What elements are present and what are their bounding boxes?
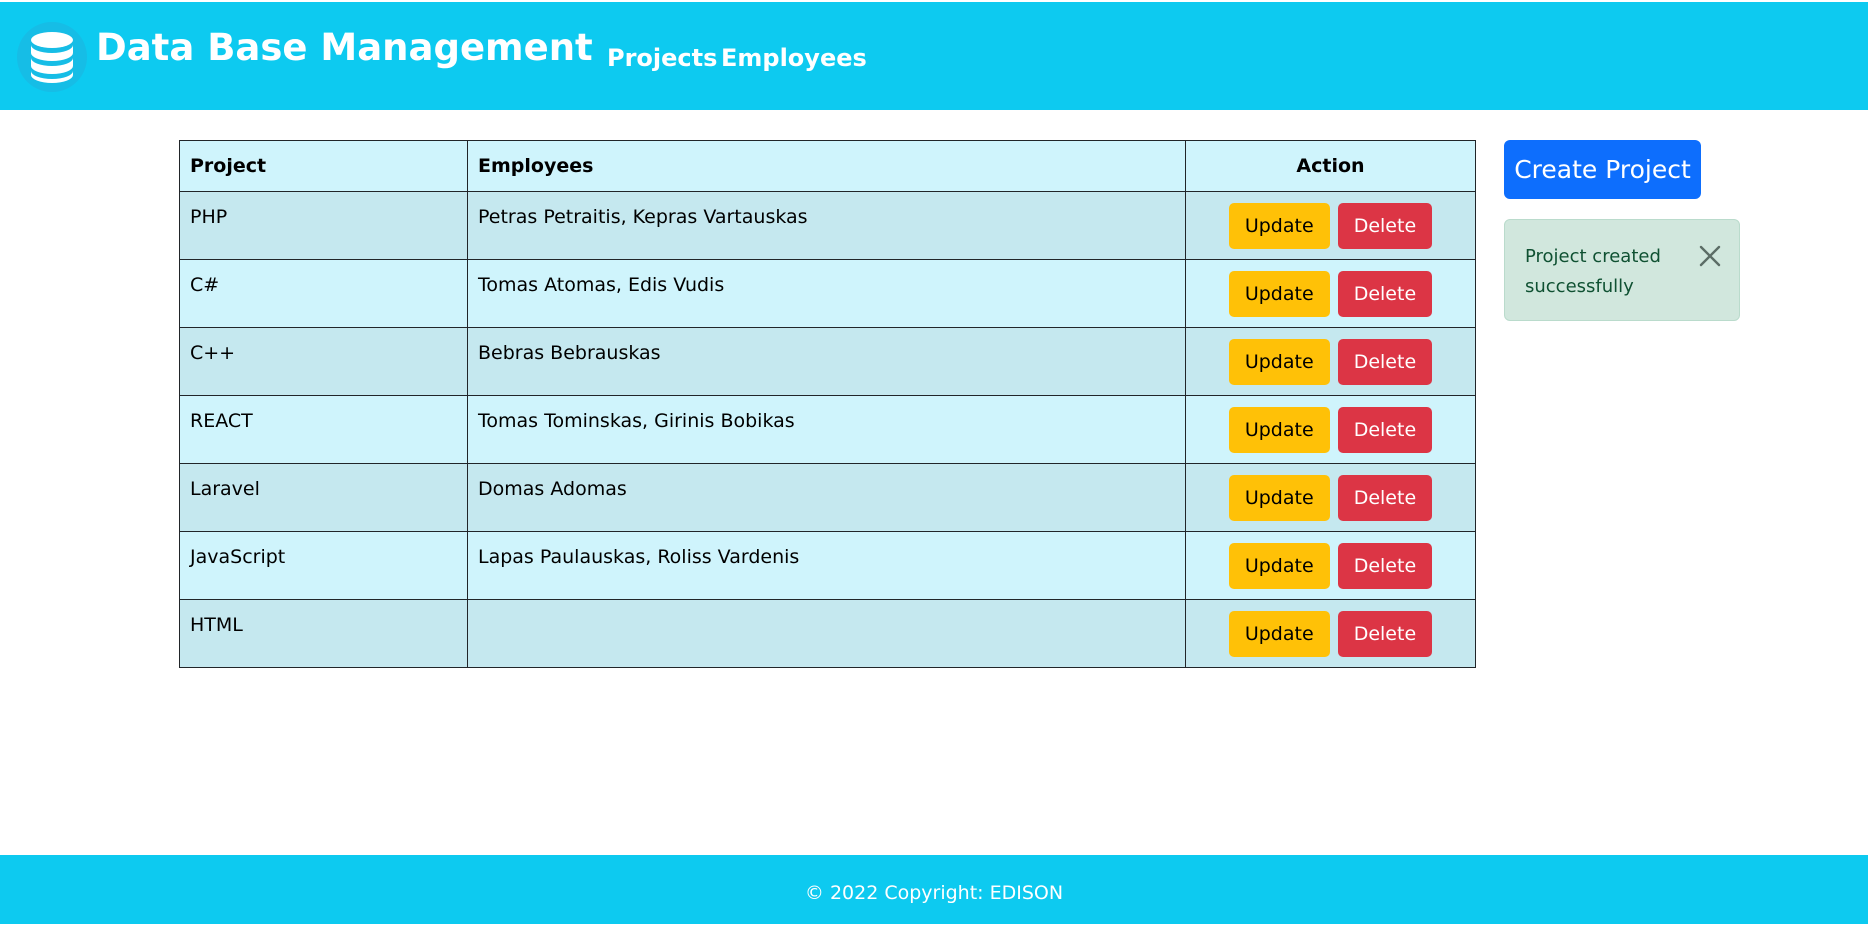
project-name-cell: HTML: [179, 599, 468, 668]
project-name-cell: JavaScript: [179, 531, 468, 600]
nav-link-employees[interactable]: Employees: [721, 44, 867, 72]
table-row: Laravel Domas Adomas Update Delete: [179, 463, 1476, 532]
delete-button[interactable]: Delete: [1337, 203, 1433, 249]
column-header-action: Action: [1185, 140, 1476, 192]
project-name-cell: REACT: [179, 395, 468, 464]
action-cell: Update Delete: [1185, 327, 1476, 396]
employees-cell: Domas Adomas: [467, 463, 1186, 532]
table-row: REACT Tomas Tominskas, Girinis Bobikas U…: [179, 395, 1476, 464]
column-header-employees: Employees: [467, 140, 1186, 192]
update-button[interactable]: Update: [1228, 407, 1330, 453]
table-header-row: Project Employees Action: [179, 140, 1476, 192]
table-row: JavaScript Lapas Paulauskas, Roliss Vard…: [179, 531, 1476, 600]
table-row: PHP Petras Petraitis, Kepras Vartauskas …: [179, 191, 1476, 260]
projects-table: Project Employees Action PHP Petras Petr…: [179, 140, 1476, 668]
project-name-cell: C++: [179, 327, 468, 396]
delete-button[interactable]: Delete: [1337, 543, 1433, 589]
footer: © 2022 Copyright: EDISON: [0, 855, 1868, 924]
employees-cell: Tomas Atomas, Edis Vudis: [467, 259, 1186, 328]
create-project-button[interactable]: Create Project: [1504, 140, 1701, 199]
update-button[interactable]: Update: [1228, 203, 1330, 249]
project-name-cell: PHP: [179, 191, 468, 260]
table-row: C++ Bebras Bebrauskas Update Delete: [179, 327, 1476, 396]
action-cell: Update Delete: [1185, 531, 1476, 600]
project-name-cell: Laravel: [179, 463, 468, 532]
close-icon[interactable]: [1698, 244, 1722, 268]
employees-cell: Lapas Paulauskas, Roliss Vardenis: [467, 531, 1186, 600]
action-cell: Update Delete: [1185, 259, 1476, 328]
action-cell: Update Delete: [1185, 599, 1476, 668]
brand-title[interactable]: Data Base Management: [96, 26, 593, 69]
top-navbar: Data Base Management Projects Employees: [0, 0, 1868, 110]
delete-button[interactable]: Delete: [1337, 611, 1433, 657]
update-button[interactable]: Update: [1228, 543, 1330, 589]
update-button[interactable]: Update: [1228, 271, 1330, 317]
delete-button[interactable]: Delete: [1337, 407, 1433, 453]
success-alert: Project created successfully: [1504, 219, 1740, 321]
action-cell: Update Delete: [1185, 463, 1476, 532]
delete-button[interactable]: Delete: [1337, 475, 1433, 521]
project-name-cell: C#: [179, 259, 468, 328]
employees-cell: Tomas Tominskas, Girinis Bobikas: [467, 395, 1186, 464]
column-header-project: Project: [179, 140, 468, 192]
database-icon: [17, 22, 87, 92]
alert-message: Project created successfully: [1525, 246, 1661, 297]
action-cell: Update Delete: [1185, 191, 1476, 260]
delete-button[interactable]: Delete: [1337, 271, 1433, 317]
action-cell: Update Delete: [1185, 395, 1476, 464]
employees-cell: [467, 599, 1186, 668]
employees-cell: Petras Petraitis, Kepras Vartauskas: [467, 191, 1186, 260]
employees-cell: Bebras Bebrauskas: [467, 327, 1186, 396]
copyright-text: © 2022 Copyright: EDISON: [804, 882, 1064, 904]
update-button[interactable]: Update: [1228, 475, 1330, 521]
nav-link-projects[interactable]: Projects: [607, 44, 717, 72]
update-button[interactable]: Update: [1228, 611, 1330, 657]
table-row: C# Tomas Atomas, Edis Vudis Update Delet…: [179, 259, 1476, 328]
delete-button[interactable]: Delete: [1337, 339, 1433, 385]
update-button[interactable]: Update: [1228, 339, 1330, 385]
table-row: HTML Update Delete: [179, 599, 1476, 668]
